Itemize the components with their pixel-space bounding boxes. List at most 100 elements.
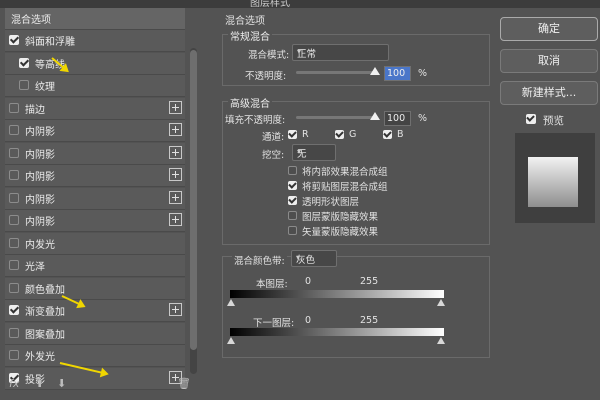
move-down-icon[interactable]: ⬇	[57, 377, 66, 390]
knockout-label: 挖空:	[262, 150, 285, 161]
channel-r-checkbox[interactable]	[288, 130, 297, 139]
knockout-select[interactable]: 无 ▾	[292, 144, 336, 161]
channels-label: 通道:	[262, 132, 285, 143]
style-checkbox[interactable]	[9, 147, 19, 158]
advanced-option-label: 透明形状图层	[302, 197, 360, 208]
styles-list: 混合选项 斜面和浮雕 等高线 纹理 描边 内阴影 内阴影 内阴影 内阴影 内阴影 内发光 光泽 颜色叠…	[5, 8, 197, 390]
style-list-item[interactable]: 渐变叠加	[5, 300, 185, 322]
preview-checkbox[interactable]	[526, 114, 536, 124]
fill-opacity-input[interactable]: 100	[384, 111, 411, 126]
blend-mode-label: 混合模式:	[248, 50, 290, 61]
fill-opacity-slider[interactable]	[296, 116, 378, 119]
opacity-percent: %	[418, 68, 428, 79]
scroll-thumb[interactable]	[190, 50, 197, 350]
advanced-option-checkbox[interactable]	[288, 226, 297, 235]
style-list-item[interactable]: 纹理	[5, 75, 185, 97]
blend-if-select[interactable]: 灰色 ▾	[291, 250, 337, 267]
style-item-label: 内发光	[25, 239, 55, 251]
under-layer-high-handle[interactable]	[437, 337, 445, 344]
style-list-item[interactable]: 内阴影	[5, 165, 185, 187]
cancel-button[interactable]: 取消	[500, 49, 598, 73]
window-titlebar: 图层样式	[0, 0, 600, 9]
style-item-label: 光泽	[25, 262, 45, 273]
advanced-option-checkbox[interactable]	[288, 196, 297, 205]
opacity-slider-thumb[interactable]	[370, 67, 380, 75]
style-item-label: 内阴影	[25, 172, 55, 183]
style-checkbox[interactable]	[9, 102, 19, 113]
style-checkbox[interactable]	[9, 305, 19, 315]
style-checkbox[interactable]	[9, 260, 19, 270]
advanced-option-label: 矢量蒙版隐藏效果	[302, 227, 379, 238]
blend-mode-select[interactable]: 正常 ▾	[292, 44, 389, 61]
this-layer-low-value: 0	[305, 276, 312, 287]
add-effect-icon[interactable]	[169, 303, 182, 316]
new-style-button[interactable]: 新建样式...	[500, 81, 598, 105]
style-item-label: 内阴影	[25, 127, 55, 138]
style-checkbox[interactable]	[9, 215, 19, 225]
style-list-item[interactable]: 内阴影	[5, 142, 185, 165]
channel-b-label: B	[397, 129, 404, 140]
style-list-item[interactable]: 光泽	[5, 255, 185, 277]
style-list-item[interactable]: 内发光	[5, 232, 185, 255]
preview-swatch	[528, 157, 578, 207]
add-effect-icon[interactable]	[169, 168, 182, 181]
preview-thumbnail	[515, 133, 595, 223]
style-list-item[interactable]: 内阴影	[5, 120, 185, 142]
style-checkbox[interactable]	[19, 57, 29, 68]
this-layer-high-handle[interactable]	[437, 299, 445, 306]
style-list-item[interactable]: 等高线	[5, 52, 185, 75]
blending-options-item[interactable]: 混合选项	[5, 8, 185, 30]
list-scrollbar[interactable]	[190, 48, 197, 374]
preview-label: 预览	[543, 115, 564, 127]
add-effect-icon[interactable]	[169, 190, 182, 204]
style-list-item[interactable]: 外发光	[5, 345, 185, 367]
advanced-option-label: 将内部效果混合成组	[302, 167, 388, 178]
style-list-item[interactable]: 内阴影	[5, 187, 185, 210]
under-layer-low-value: 0	[305, 315, 312, 326]
advanced-option-label: 图层蒙版隐藏效果	[302, 212, 379, 223]
add-effect-icon[interactable]	[169, 123, 182, 136]
add-effect-icon[interactable]	[169, 100, 182, 114]
style-checkbox[interactable]	[9, 350, 19, 360]
chevron-down-icon: ▾	[296, 253, 301, 262]
style-item-label: 颜色叠加	[25, 284, 65, 296]
style-list-item[interactable]: 图案叠加	[5, 322, 185, 345]
style-checkbox[interactable]	[9, 170, 19, 180]
channel-g-label: G	[349, 129, 357, 140]
trash-icon[interactable]: 🗑	[177, 377, 191, 390]
opacity-input[interactable]: 100	[384, 66, 411, 81]
advanced-option-checkbox[interactable]	[288, 181, 297, 190]
style-item-label: 内阴影	[25, 217, 55, 228]
style-checkbox[interactable]	[9, 327, 19, 338]
channel-g-checkbox[interactable]	[335, 130, 344, 139]
fill-opacity-percent: %	[418, 113, 428, 124]
style-checkbox[interactable]	[9, 192, 19, 203]
fx-icon[interactable]: fx	[9, 377, 19, 390]
advanced-blending-title: 高级混合	[228, 95, 272, 110]
advanced-option-checkbox[interactable]	[288, 211, 297, 220]
style-checkbox[interactable]	[9, 35, 19, 45]
style-list-item[interactable]: 内阴影	[5, 210, 185, 232]
ok-button[interactable]: 确定	[500, 17, 598, 41]
style-list-item[interactable]: 描边	[5, 97, 185, 120]
advanced-option-checkbox[interactable]	[288, 166, 297, 175]
this-layer-gradient	[230, 290, 444, 298]
style-list-item[interactable]: 颜色叠加	[5, 277, 185, 300]
blend-if-label: 混合颜色带:	[232, 253, 287, 267]
channel-b-checkbox[interactable]	[383, 130, 392, 139]
style-checkbox[interactable]	[9, 282, 19, 293]
style-item-label: 渐变叠加	[25, 307, 65, 318]
style-checkbox[interactable]	[9, 237, 19, 248]
opacity-slider[interactable]	[296, 71, 378, 74]
style-checkbox[interactable]	[9, 125, 19, 135]
style-list-item[interactable]: 斜面和浮雕	[5, 30, 185, 52]
advanced-option-label: 将剪贴图层混合成组	[302, 182, 388, 193]
add-effect-icon[interactable]	[169, 213, 182, 226]
blend-if-section	[222, 256, 490, 358]
style-checkbox[interactable]	[19, 80, 29, 90]
fill-opacity-slider-thumb[interactable]	[370, 112, 380, 120]
under-layer-low-handle[interactable]	[227, 337, 235, 344]
move-up-icon[interactable]: ⬆	[35, 377, 44, 390]
this-layer-low-handle[interactable]	[227, 299, 235, 306]
add-effect-icon[interactable]	[169, 145, 182, 159]
